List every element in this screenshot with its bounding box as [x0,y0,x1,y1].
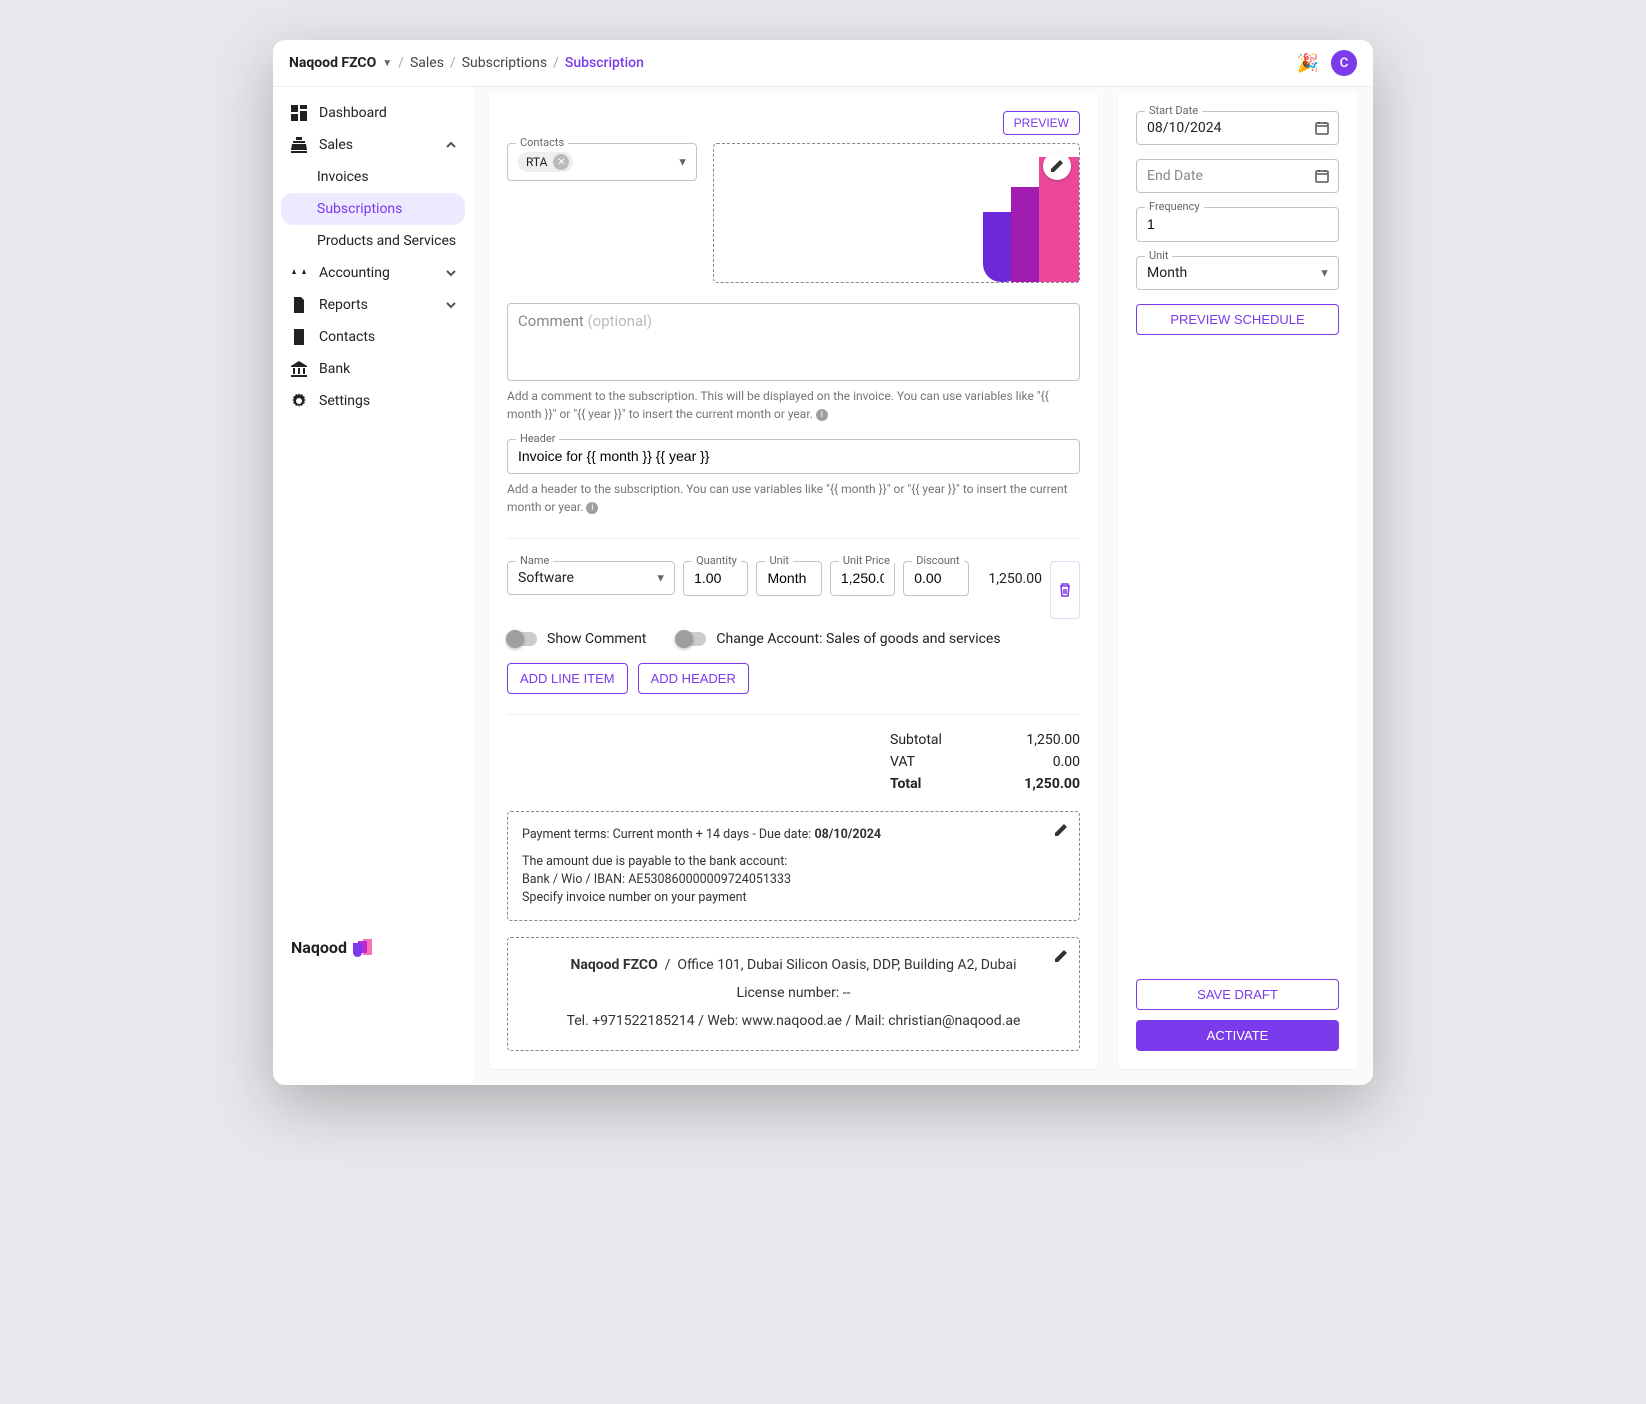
sidebar-item-reports[interactable]: Reports [273,289,473,321]
scale-icon [289,265,309,281]
sidebar-item-sales[interactable]: Sales [273,129,473,161]
header-input[interactable]: Header [507,439,1080,474]
document-icon [289,297,309,313]
sidebar-item-label: Settings [319,393,370,409]
sidebar-item-contacts[interactable]: Contacts [273,321,473,353]
line-unit-input[interactable]: Unit [756,561,821,596]
pencil-icon[interactable] [1053,948,1069,964]
sidebar-item-bank[interactable]: Bank [273,353,473,385]
breadcrumb-item-subscriptions[interactable]: Subscriptions [462,55,547,71]
toggle-switch[interactable] [507,632,537,646]
app-window: Naqood FZCO ▼ / Sales / Subscriptions / … [273,40,1373,1085]
sidebar-item-label: Accounting [319,265,390,281]
chevron-down-icon: ▼ [1319,267,1330,280]
comment-textarea[interactable]: Comment (optional) [507,303,1080,381]
unit-select[interactable]: Unit Month ▼ [1136,256,1339,290]
end-date-input[interactable]: End Date [1136,159,1339,193]
save-draft-button[interactable]: Save Draft [1136,979,1339,1010]
company-footer-box[interactable]: Naqood FZCO / Office 101, Dubai Silicon … [507,937,1080,1051]
contacts-label: Contacts [516,136,568,149]
schedule-panel: Start Date 08/10/2024 End Date Frequency [1118,93,1357,1069]
breadcrumb: Naqood FZCO ▼ / Sales / Subscriptions / … [289,55,644,71]
sidebar-item-label: Reports [319,297,368,313]
info-icon[interactable]: i [586,502,598,514]
line-quantity-input[interactable]: Quantity [683,561,748,596]
start-date-input[interactable]: Start Date 08/10/2024 [1136,111,1339,145]
calendar-icon[interactable] [1314,120,1330,136]
sidebar-item-label: Sales [319,137,353,153]
sidebar-item-label: Dashboard [319,105,387,121]
celebration-icon[interactable]: 🎉 [1297,53,1319,74]
line-price-input[interactable]: Unit Price [830,561,895,596]
totals: Subtotal1,250.00 VAT0.00 Total1,250.00 [507,714,1080,795]
gear-icon [289,393,309,409]
preview-button[interactable]: Preview [1003,111,1080,135]
chevron-down-icon [445,299,457,311]
sidebar: Dashboard Sales Invoices Subscriptions P… [273,87,473,977]
line-name-select[interactable]: Name Software ▼ [507,561,675,595]
chevron-down-icon[interactable]: ▼ [382,58,392,69]
sidebar-item-label: Subscriptions [317,201,402,217]
cash-register-icon [289,137,309,153]
preview-schedule-button[interactable]: Preview Schedule [1136,304,1339,335]
pencil-icon[interactable] [1053,822,1069,838]
topbar: Naqood FZCO ▼ / Sales / Subscriptions / … [273,40,1373,87]
avatar[interactable]: C [1331,50,1357,76]
header-help: Add a header to the subscription. You ca… [507,480,1080,516]
sidebar-item-label: Products and Services [317,233,456,249]
bank-icon [289,361,309,377]
calendar-icon[interactable] [1314,168,1330,184]
info-icon[interactable]: i [816,409,828,421]
frequency-input[interactable]: Frequency [1136,207,1339,242]
sidebar-item-invoices[interactable]: Invoices [273,161,473,193]
toggle-switch[interactable] [676,632,706,646]
brand-text: Naqood [291,938,347,957]
header-input-field[interactable] [518,448,1069,464]
sidebar-item-accounting[interactable]: Accounting [273,257,473,289]
person-icon [289,329,309,345]
trash-icon [1057,582,1073,598]
change-account-toggle[interactable]: Change Account: Sales of goods and servi… [676,631,1000,647]
sidebar-item-dashboard[interactable]: Dashboard [273,97,473,129]
sidebar-item-label: Contacts [319,329,375,345]
contact-chip[interactable]: RTA ✕ [518,152,573,172]
comment-help: Add a comment to the subscription. This … [507,387,1080,423]
remove-chip-icon[interactable]: ✕ [553,154,569,170]
dashboard-icon [289,105,309,121]
brand-logo-icon [353,939,371,957]
delete-line-button[interactable] [1050,561,1080,619]
chevron-down-icon [445,267,457,279]
sidebar-item-settings[interactable]: Settings [273,385,473,417]
breadcrumb-item-current: Subscription [565,55,644,71]
activate-button[interactable]: Activate [1136,1020,1339,1051]
chevron-down-icon: ▼ [677,156,688,169]
pencil-icon[interactable] [1043,152,1071,180]
payment-terms-box[interactable]: Payment terms: Current month + 14 days -… [507,811,1080,921]
line-discount-input[interactable]: Discount [903,561,968,596]
logo-upload-zone[interactable] [713,143,1080,283]
add-header-button[interactable]: Add Header [638,663,749,694]
add-line-item-button[interactable]: Add Line Item [507,663,628,694]
line-total: 1,250.00 [977,561,1042,587]
sidebar-item-label: Bank [319,361,350,377]
contacts-select[interactable]: Contacts RTA ✕ ▼ [507,143,697,181]
sidebar-item-label: Invoices [317,169,369,185]
subscription-form: Preview Contacts RTA ✕ ▼ [489,93,1098,1069]
breadcrumb-item-sales[interactable]: Sales [410,55,444,71]
show-comment-toggle[interactable]: Show Comment [507,631,646,647]
sidebar-item-products[interactable]: Products and Services [273,225,473,257]
brand: Naqood [273,918,473,977]
org-name[interactable]: Naqood FZCO [289,55,376,71]
chevron-down-icon: ▼ [655,572,666,585]
sidebar-item-subscriptions[interactable]: Subscriptions [281,193,465,225]
chevron-up-icon [445,139,457,151]
